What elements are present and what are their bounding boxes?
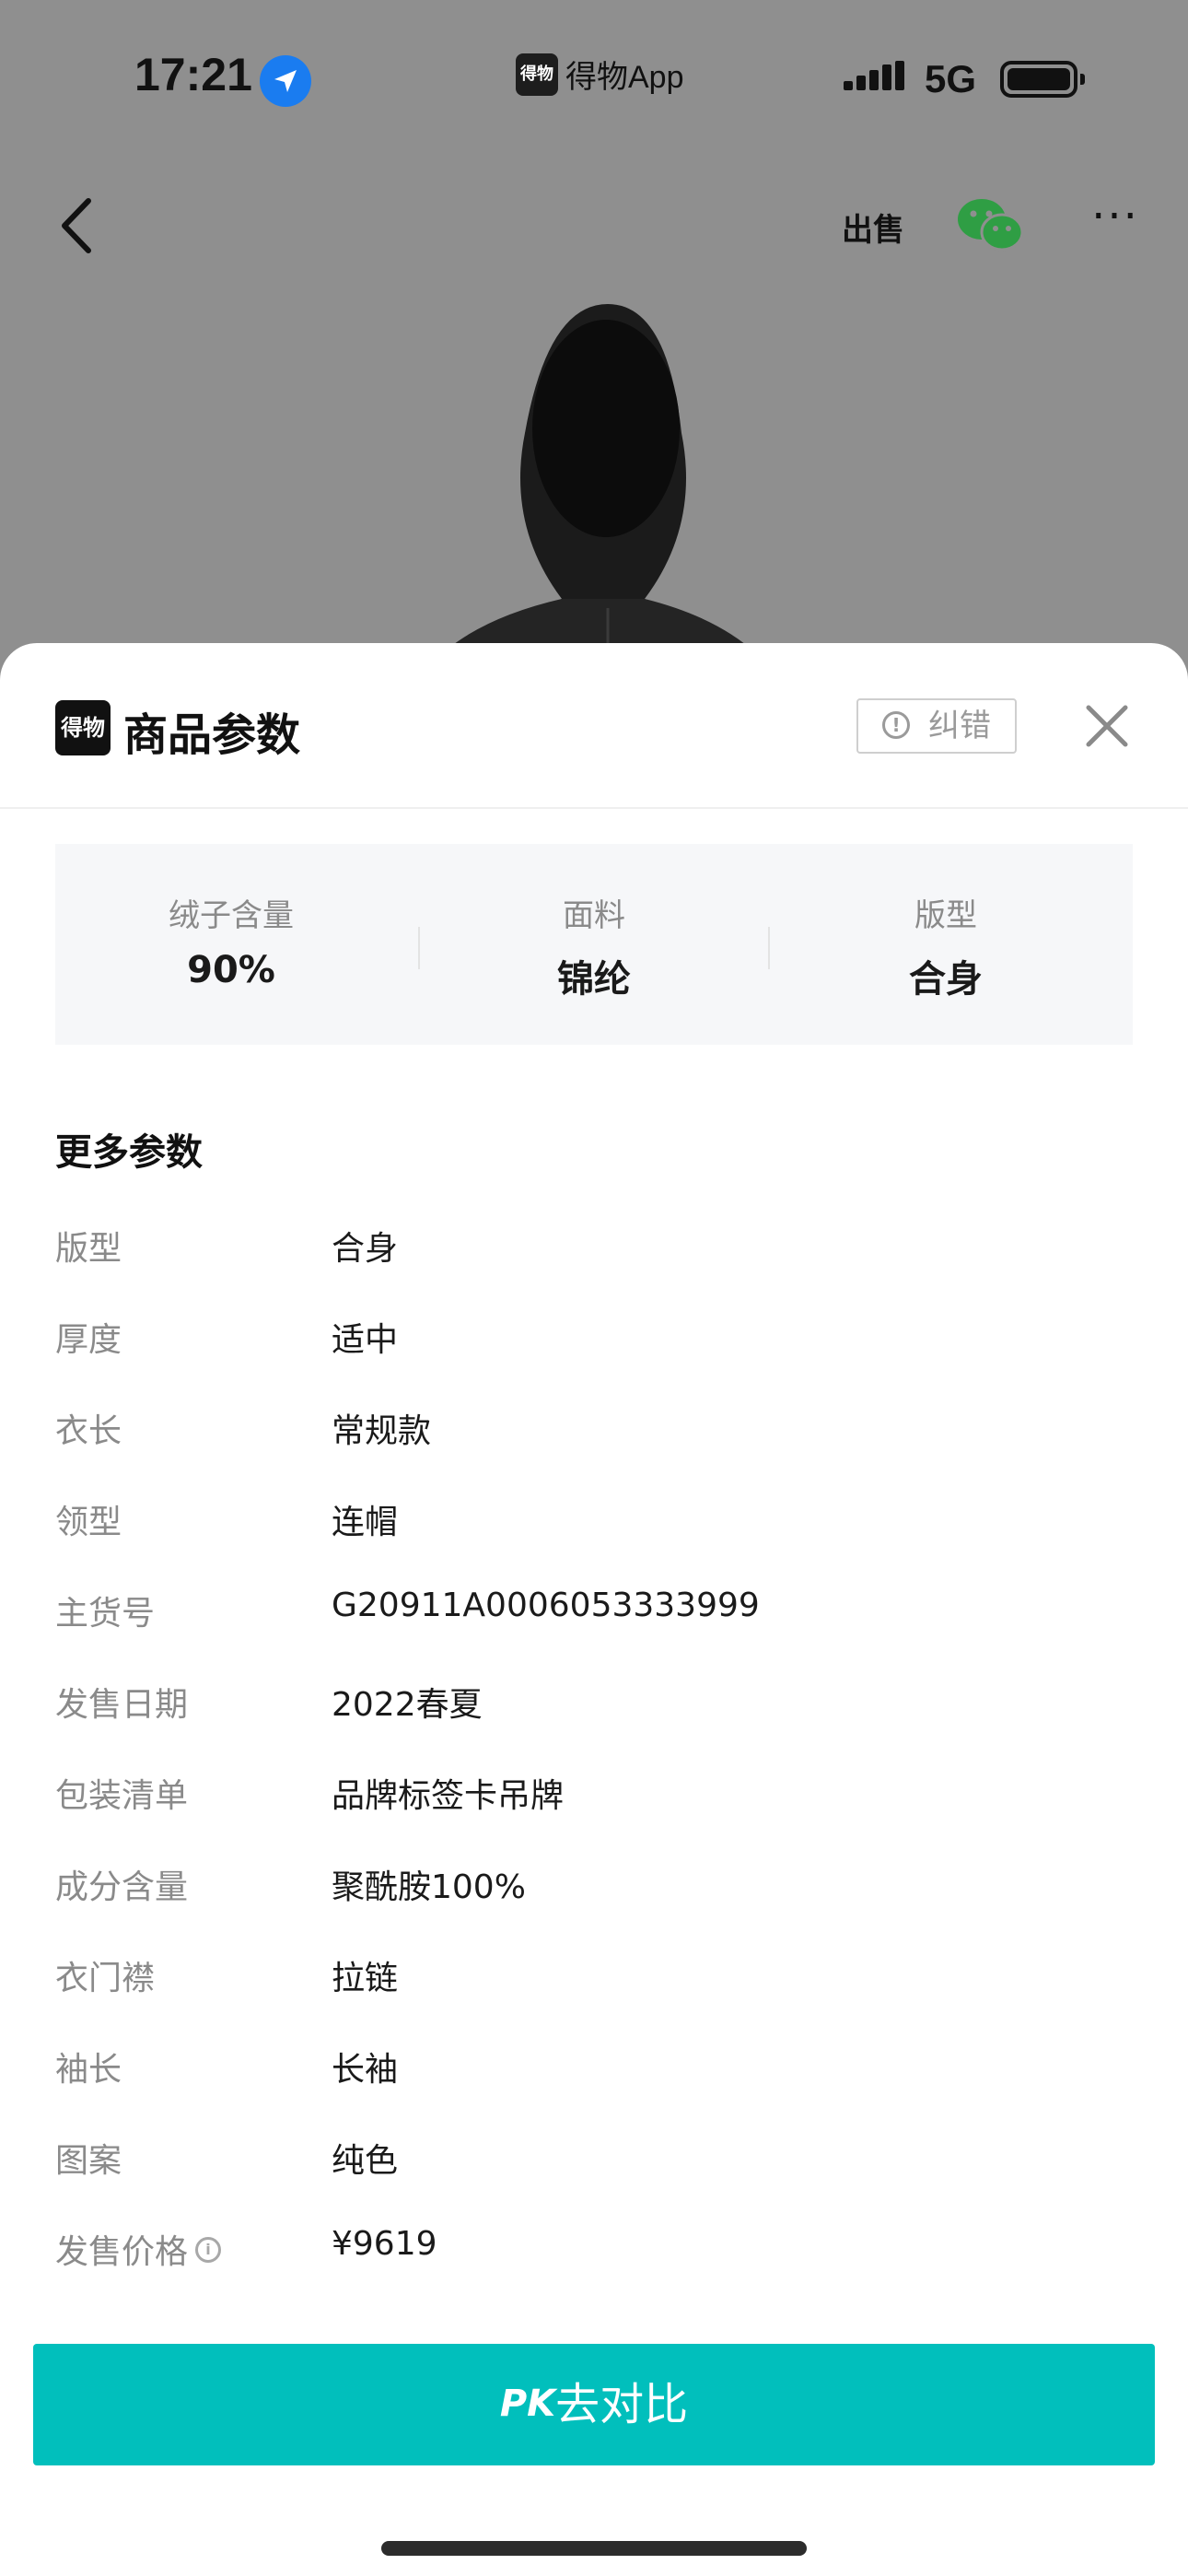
param-row: 发售价格 i ¥9619 <box>55 2205 1133 2296</box>
pk-compare-label: 去对比 <box>555 2379 689 2430</box>
cellular-signal-icon <box>844 61 908 101</box>
param-label: 包装清单 <box>55 1777 189 1815</box>
key-param-label: 版型 <box>914 897 977 934</box>
product-params-sheet: 得物 商品参数 ! 纠错 绒子含量 90% 面料 锦纶 版型 合身 更多参数 版… <box>0 643 1188 2576</box>
param-value: 拉链 <box>332 1960 399 1997</box>
param-label-with-info: 发售价格 i <box>55 2225 222 2273</box>
battery-icon <box>1000 61 1085 98</box>
param-label: 版型 <box>55 1230 122 1268</box>
pk-compare-button[interactable]: PK去对比 <box>33 2344 1155 2465</box>
location-arrow-icon <box>260 55 311 107</box>
param-value: 长袖 <box>332 2051 399 2089</box>
param-value: 连帽 <box>332 1504 399 1541</box>
key-param-value: 合身 <box>909 958 983 1001</box>
param-value: 常规款 <box>332 1412 432 1450</box>
back-button[interactable] <box>52 193 107 258</box>
sheet-header: 得物 商品参数 ! 纠错 <box>0 643 1188 809</box>
key-param-fit: 版型 合身 <box>770 844 1122 1045</box>
param-label: 成分含量 <box>55 1868 189 1906</box>
key-params-card: 绒子含量 90% 面料 锦纶 版型 合身 <box>55 844 1133 1045</box>
param-label: 衣门襟 <box>55 1960 156 1997</box>
dewu-logo-icon: 得物 <box>55 700 111 755</box>
exclamation-icon: ! <box>882 711 910 739</box>
screen: 17:21 得物 得物App 5G 出售 ··· 得物 商品参数 ! 纠错 绒子… <box>0 0 1188 2576</box>
wechat-share-button[interactable] <box>954 193 1028 258</box>
param-row: 成分含量 聚酰胺100% <box>55 1840 1133 1931</box>
key-param-label: 绒子含量 <box>169 897 294 934</box>
status-app-name: 得物App <box>565 60 684 95</box>
param-label: 袖长 <box>55 2051 122 2089</box>
product-nav-bar: 出售 ··· <box>0 175 1188 276</box>
param-row: 衣门襟 拉链 <box>55 1931 1133 2022</box>
param-value: 纯色 <box>332 2142 399 2180</box>
param-label: 发售价格 <box>55 2233 189 2271</box>
report-error-label: 纠错 <box>928 708 991 744</box>
param-label: 主货号 <box>55 1595 156 1633</box>
param-row: 厚度 适中 <box>55 1293 1133 1384</box>
param-list: 版型 合身 厚度 适中 衣长 常规款 领型 连帽 主货号 G20911A0006… <box>55 1201 1133 2296</box>
param-value: G20911A0006053333999 <box>332 1587 760 1624</box>
param-value: 适中 <box>332 1321 399 1359</box>
param-row: 主货号 G20911A0006053333999 <box>55 1566 1133 1657</box>
param-value: 2022春夏 <box>332 1686 483 1724</box>
home-indicator[interactable] <box>381 2541 807 2556</box>
param-row: 发售日期 2022春夏 <box>55 1657 1133 1749</box>
more-params-title: 更多参数 <box>55 1131 203 1174</box>
close-icon[interactable] <box>1079 698 1135 754</box>
param-row: 包装清单 品牌标签卡吊牌 <box>55 1749 1133 1840</box>
info-icon[interactable]: i <box>195 2237 222 2263</box>
param-label: 厚度 <box>55 1321 122 1359</box>
param-label: 发售日期 <box>55 1686 189 1724</box>
network-type: 5G <box>925 57 977 100</box>
wechat-icon <box>958 199 1024 252</box>
param-row: 领型 连帽 <box>55 1475 1133 1566</box>
param-row: 图案 纯色 <box>55 2113 1133 2205</box>
more-options-icon[interactable]: ··· <box>1083 193 1147 258</box>
param-row: 袖长 长袖 <box>55 2022 1133 2113</box>
key-param-fabric: 面料 锦纶 <box>418 844 770 1045</box>
report-error-button[interactable]: ! 纠错 <box>856 698 1017 754</box>
product-image <box>387 295 801 700</box>
param-row: 版型 合身 <box>55 1201 1133 1293</box>
param-label: 图案 <box>55 2142 122 2180</box>
key-param-value: 锦纶 <box>557 958 631 1001</box>
key-param-down-content: 绒子含量 90% <box>55 844 407 1045</box>
param-row: 衣长 常规款 <box>55 1384 1133 1475</box>
sheet-title: 商品参数 <box>123 709 301 761</box>
sell-label: 出售 <box>842 212 904 249</box>
pk-mark: PK <box>499 2383 556 2425</box>
param-value: ¥9619 <box>332 2225 437 2263</box>
param-label: 领型 <box>55 1504 122 1541</box>
status-time: 17:21 <box>134 49 252 100</box>
app-badge-icon: 得物 <box>516 53 558 96</box>
status-bar: 17:21 得物 得物App 5G <box>0 0 1188 157</box>
param-label: 衣长 <box>55 1412 122 1450</box>
param-value: 品牌标签卡吊牌 <box>332 1777 565 1815</box>
param-value: 合身 <box>332 1230 399 1268</box>
param-value: 聚酰胺100% <box>332 1868 526 1906</box>
key-param-label: 面料 <box>563 897 625 934</box>
key-param-value: 90% <box>187 949 275 991</box>
product-page-backdrop[interactable]: 17:21 得物 得物App 5G 出售 ··· <box>0 0 1188 700</box>
sell-button[interactable]: 出售 <box>834 192 908 265</box>
